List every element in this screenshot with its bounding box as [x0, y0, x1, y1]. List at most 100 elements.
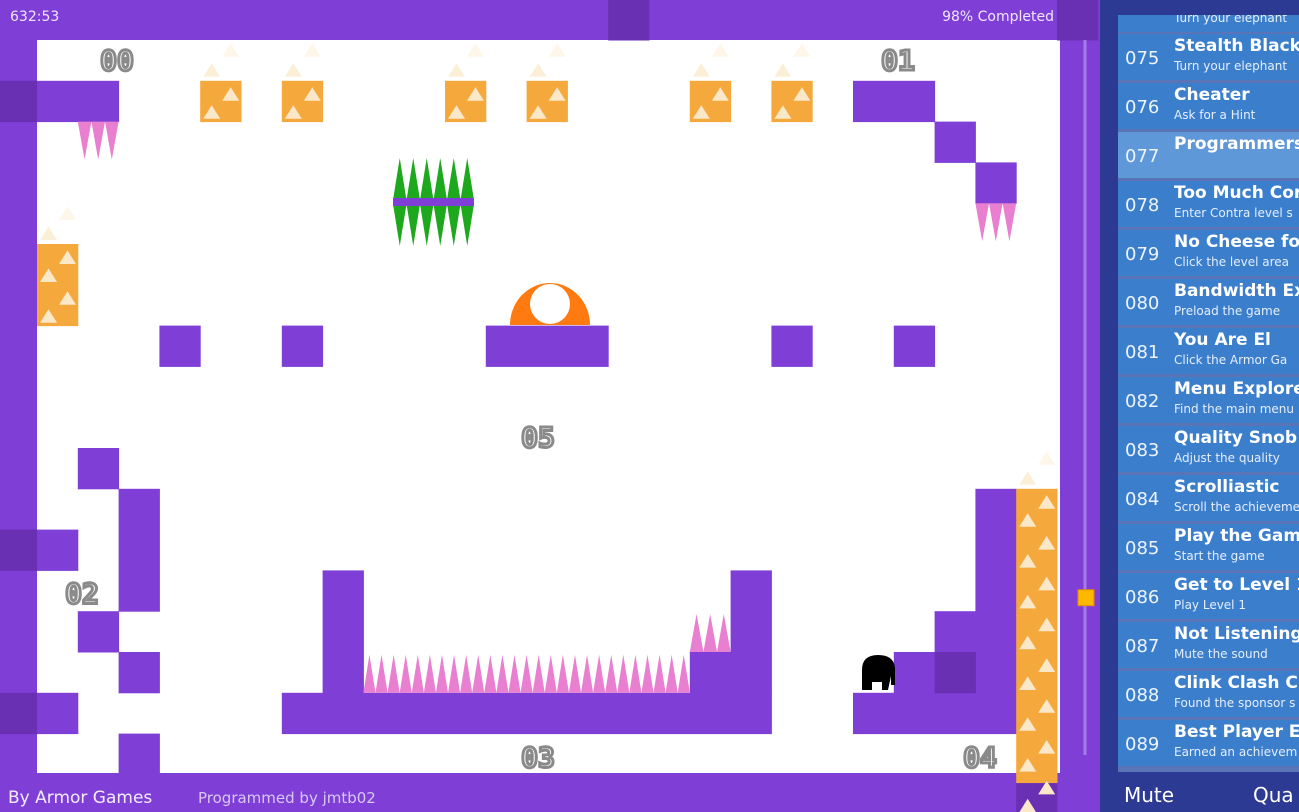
- achievement-title: Clink Clash C: [1174, 673, 1298, 693]
- wall-block: [975, 488, 1017, 612]
- achievement-desc: Scroll the achieveme: [1174, 500, 1299, 514]
- completion-progress: 98% Completed: [942, 9, 1054, 25]
- achievement-item[interactable]: 077 Programmers: [1118, 132, 1299, 178]
- achievement-desc: Earned an achievem: [1174, 745, 1298, 759]
- wall-tile-dark: [608, 0, 650, 41]
- wall-block: [281, 325, 324, 367]
- spike-trap-bar: [393, 198, 474, 206]
- achievement-num: 089: [1125, 734, 1160, 755]
- wall-block: [853, 80, 936, 123]
- wall-block: [893, 325, 936, 367]
- achievement-desc: Turn your elephant: [1174, 59, 1288, 73]
- achievement-num: 087: [1125, 636, 1160, 657]
- wall-block: [689, 652, 732, 694]
- achievement-list[interactable]: Turn your elephant 075 Stealth Black Turn …: [1118, 15, 1299, 772]
- wall-block: [37, 692, 79, 735]
- achievement-desc: Adjust the quality: [1174, 451, 1280, 465]
- achievement-desc: Find the main menu: [1174, 402, 1294, 416]
- achievement-desc: Found the sponsor s: [1174, 696, 1296, 710]
- scroll-thumb[interactable]: [1077, 589, 1095, 607]
- achievement-title: Best Player Ev: [1174, 722, 1299, 742]
- game-area[interactable]: 00 01 02 03 04 05 632:53 98% Completed By Arm…: [0, 0, 1100, 812]
- wall-block: [730, 570, 772, 694]
- level-label[interactable]: 04: [962, 740, 999, 776]
- armor-games-link[interactable]: By Armor Games: [8, 788, 152, 808]
- achievement-title: Quality Snob: [1174, 428, 1298, 448]
- wall-block: [485, 325, 609, 367]
- level-label[interactable]: 02: [64, 576, 101, 612]
- achievement-item[interactable]: 081 You Are El Click the Armor Ga: [1118, 328, 1299, 374]
- achievement-item[interactable]: 080 Bandwidth Ex Preload the game: [1118, 279, 1299, 325]
- achievement-desc: Start the game: [1174, 549, 1265, 563]
- achievement-item[interactable]: 089 Best Player Ev Earned an achievem: [1118, 720, 1299, 766]
- achievement-desc: Preload the game: [1174, 304, 1281, 318]
- achievement-item[interactable]: 082 Menu Explore Find the main menu: [1118, 377, 1299, 423]
- level-map[interactable]: 00 01 02 03 04 05: [0, 0, 1100, 812]
- achievement-title: Get to Level 1: [1174, 575, 1299, 595]
- achievement-desc: Click the Armor Ga: [1174, 353, 1288, 367]
- achievement-num: 086: [1125, 587, 1160, 608]
- wall-block: [322, 570, 364, 694]
- achievement-title: Cheater: [1174, 85, 1250, 105]
- wall-block: [77, 611, 120, 653]
- achievement-desc: Click the level area: [1174, 255, 1290, 269]
- achievement-item[interactable]: 079 No Cheese fo Click the level area: [1118, 230, 1299, 276]
- achievement-num: 083: [1125, 440, 1160, 461]
- wall-block: [771, 325, 813, 367]
- achievement-item[interactable]: 087 Not Listening Mute the sound: [1118, 622, 1299, 668]
- achievement-num: 084: [1125, 489, 1160, 510]
- achievement-title: Not Listening: [1174, 624, 1299, 644]
- achievement-num: 076: [1125, 97, 1160, 118]
- achievement-desc: Ask for a Hint: [1174, 108, 1256, 122]
- achievement-item[interactable]: 085 Play the Gam Start the game: [1118, 524, 1299, 570]
- achievement-num: 078: [1125, 195, 1160, 216]
- achievement-num: 077: [1125, 146, 1160, 167]
- achievement-item[interactable]: 078 Too Much Cor Enter Contra level s: [1118, 181, 1299, 227]
- achievement-desc: Enter Contra level s: [1174, 206, 1293, 220]
- wall-tile-dark: [0, 80, 38, 123]
- level-label[interactable]: 05: [520, 420, 557, 456]
- wall-block: [37, 529, 79, 571]
- achievement-title: Menu Explore: [1174, 379, 1299, 399]
- achievement-item[interactable]: 076 Cheater Ask for a Hint: [1118, 83, 1299, 129]
- wall-block: [934, 121, 976, 163]
- wall-block: [118, 488, 160, 612]
- achievement-partial: Turn your elephant: [1118, 15, 1299, 32]
- achievement-num: 075: [1125, 48, 1160, 69]
- achievement-title: You Are El: [1174, 330, 1271, 350]
- level-label[interactable]: 01: [880, 43, 917, 79]
- timer: 632:53: [10, 9, 60, 25]
- wall-tile-dark: [1057, 0, 1099, 41]
- orange-block: [1016, 488, 1058, 784]
- achievement-item[interactable]: 084 Scrolliastic Scroll the achieveme: [1118, 475, 1299, 521]
- achievement-title: Bandwidth Ex: [1174, 281, 1299, 301]
- mute-button[interactable]: Mute: [1124, 783, 1174, 807]
- wall-block: [934, 611, 1017, 653]
- programmer-credit: Programmed by jmtb02: [198, 789, 376, 807]
- achievement-title: Scrolliastic: [1174, 477, 1280, 497]
- wall-block: [159, 325, 201, 367]
- achievement-title: Play the Gam: [1174, 526, 1299, 546]
- achievements-panel: Turn your elephant 075 Stealth Black Turn …: [1100, 0, 1299, 812]
- wall-tile-dark: [0, 692, 38, 735]
- wall-block: [281, 692, 772, 735]
- level-label[interactable]: 00: [99, 43, 136, 79]
- achievement-item[interactable]: 088 Clink Clash C Found the sponsor s: [1118, 671, 1299, 717]
- spikes-up: [689, 614, 731, 652]
- achievement-num: 079: [1125, 244, 1160, 265]
- achievement-title: No Cheese fo: [1174, 232, 1299, 252]
- achievement-num: 080: [1125, 293, 1160, 314]
- spikes-down: [975, 203, 1017, 242]
- achievement-item[interactable]: 083 Quality Snob Adjust the quality: [1118, 426, 1299, 472]
- orange-block: [37, 244, 79, 327]
- wall-tile-dark: [934, 652, 976, 694]
- level-label[interactable]: 03: [520, 740, 557, 776]
- achievement-desc: Play Level 1: [1174, 598, 1246, 612]
- achievement-num: 088: [1125, 685, 1160, 706]
- achievement-item[interactable]: 086 Get to Level 1 Play Level 1: [1118, 573, 1299, 619]
- achievement-item[interactable]: 075 Stealth Black Turn your elephant: [1118, 34, 1299, 80]
- achievement-num: 082: [1125, 391, 1160, 412]
- achievement-title: Stealth Black: [1174, 36, 1299, 56]
- quality-button[interactable]: Qua: [1253, 783, 1294, 807]
- achievement-num: 081: [1125, 342, 1160, 363]
